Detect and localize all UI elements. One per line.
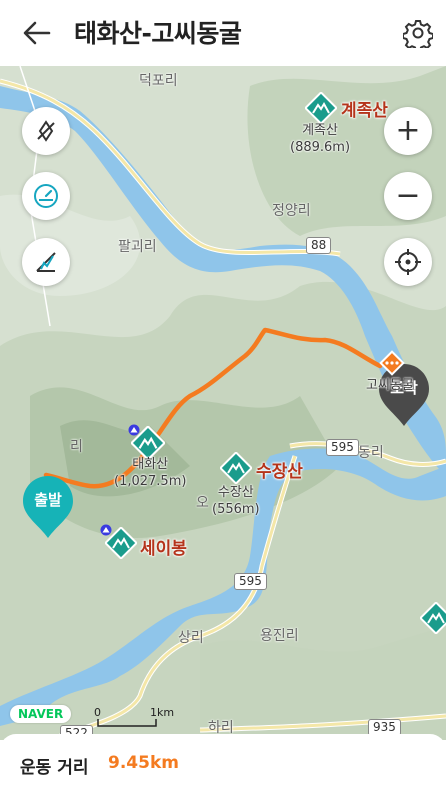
locate-me-button[interactable]	[384, 238, 432, 286]
road-number: 595	[234, 573, 267, 590]
back-button[interactable]	[20, 18, 54, 48]
mountain-info-sujangsan: 수장산 (556m)	[212, 484, 260, 518]
cave-marker-icon[interactable]	[378, 349, 406, 377]
trail-map[interactable]: 덕포리 정양리 팔괴리 동리 리 오 상리 용진리 하리 계족산 계족산 (88…	[0, 66, 446, 740]
mountain-title-sujangsan: 수장산	[256, 462, 303, 482]
compass-toggle-button[interactable]	[22, 107, 70, 155]
mountain-marker-icon[interactable]	[220, 452, 252, 484]
footer-panel: 운동 거리 9.45km	[0, 734, 446, 784]
gear-icon	[403, 20, 433, 48]
place-label: 리	[70, 439, 83, 455]
end-place-label: 고씨동굴	[366, 378, 414, 393]
place-label: 정양리	[272, 203, 311, 219]
road-number: 595	[326, 439, 359, 456]
mountain-marker-icon[interactable]	[420, 602, 446, 634]
distance-label: 운동 거리	[20, 758, 89, 778]
place-label: 덕포리	[139, 73, 178, 89]
mountain-info-gyejoksan: 계족산 (889.6m)	[290, 122, 350, 156]
mountain-name: 태화산	[132, 457, 169, 472]
scale-zero: 0	[94, 706, 101, 719]
road-number: 88	[306, 237, 332, 254]
start-marker[interactable]: 출발	[20, 474, 76, 548]
header-bar: 태화산-고씨동굴	[0, 0, 446, 66]
mountain-title-seibong: 세이봉	[140, 539, 187, 559]
arrow-left-icon	[23, 21, 51, 45]
locate-me-icon	[395, 249, 421, 275]
page-title: 태화산-고씨동굴	[74, 19, 242, 48]
place-label: 상리	[178, 630, 204, 646]
mountain-info-taehwasan: 태화산 (1,027.5m)	[114, 456, 186, 490]
compass-off-icon	[37, 120, 55, 142]
scale-line	[97, 719, 157, 727]
place-label: 오	[196, 495, 209, 511]
mountain-name: 수장산	[217, 485, 254, 500]
zoom-in-button[interactable]: +	[384, 107, 432, 155]
mountain-title-gyejoksan: 계족산	[341, 101, 388, 121]
zoom-out-button[interactable]: −	[384, 172, 432, 220]
place-label: 동리	[358, 445, 384, 461]
mountain-height: (556m)	[212, 502, 260, 517]
start-label: 출발	[34, 491, 62, 509]
distance-value: 9.45km	[108, 753, 179, 773]
place-label: 팔괴리	[118, 239, 157, 255]
place-label: 용진리	[260, 628, 299, 644]
settings-button[interactable]	[400, 15, 436, 51]
speed-button[interactable]	[22, 172, 70, 220]
mountain-name: 계족산	[302, 123, 338, 138]
mountain-height: (889.6m)	[290, 140, 351, 155]
mountain-marker-icon[interactable]	[305, 92, 337, 124]
naver-logo: NAVER	[10, 705, 72, 723]
mountain-height: (1,027.5m)	[114, 474, 187, 489]
scale-unit: 1km	[150, 706, 175, 719]
peak-badge-icon	[100, 524, 112, 536]
elevation-chart-icon	[36, 252, 56, 272]
elevation-button[interactable]	[22, 238, 70, 286]
speedometer-icon	[34, 184, 58, 208]
peak-badge-icon	[128, 424, 140, 436]
zoom-out-icon: −	[395, 178, 421, 213]
zoom-in-icon: +	[395, 113, 421, 148]
